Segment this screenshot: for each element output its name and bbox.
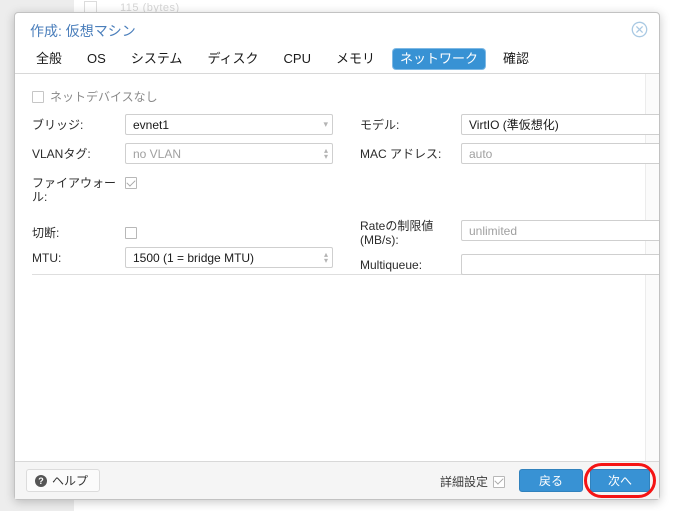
disconnect-checkbox[interactable] — [125, 227, 137, 239]
wizard-tabbar: 全般 OS システム ディスク CPU メモリ ネットワーク 確認 — [15, 45, 659, 74]
bridge-value: evnet1 — [133, 117, 170, 132]
model-label: モデル: — [360, 118, 400, 132]
no-network-device-row[interactable]: ネットデバイスなし — [32, 88, 158, 105]
model-select[interactable]: VirtIO (準仮想化) ▾ — [461, 114, 659, 135]
tab-memory[interactable]: メモリ — [329, 49, 382, 69]
model-value: VirtIO (準仮想化) — [469, 118, 559, 132]
multiqueue-input[interactable]: ▴▾ — [461, 254, 659, 275]
mac-address-input[interactable]: auto — [461, 143, 659, 164]
disconnect-label: 切断: — [32, 226, 60, 240]
dialog-title: 作成: 仮想マシン — [30, 23, 136, 39]
dialog-titlebar: 作成: 仮想マシン — [15, 13, 659, 45]
rate-limit-label-line2: (MB/s): — [360, 233, 399, 247]
model-field: モデル: VirtIO (準仮想化) ▾ — [360, 114, 659, 135]
mtu-field: MTU: 1500 (1 = bridge MTU) ▴ ▾ — [32, 247, 333, 268]
firewall-checkbox[interactable] — [125, 177, 137, 189]
no-network-device-checkbox[interactable] — [32, 90, 44, 103]
next-button[interactable]: 次へ — [590, 469, 650, 492]
advanced-label: 詳細設定 — [439, 475, 488, 489]
rate-limit-value: unlimited — [469, 223, 518, 238]
advanced-checkbox[interactable] — [493, 475, 505, 488]
bridge-select[interactable]: evnet1 ▾ — [125, 114, 333, 135]
no-network-device-label: ネットデバイスなし — [50, 90, 158, 104]
network-form: ネットデバイスなし ブリッジ: evnet1 ▾ モデル: VirtIO (準仮… — [15, 74, 659, 461]
back-button[interactable]: 戻る — [519, 469, 583, 492]
vlan-tag-value: no VLAN — [133, 146, 182, 161]
chevron-down-icon: ▾ — [323, 119, 328, 129]
mac-address-label: MAC アドレス: — [360, 147, 442, 161]
multiqueue-label: Multiqueue: — [360, 258, 423, 272]
bridge-field: ブリッジ: evnet1 ▾ — [32, 114, 333, 135]
tab-system[interactable]: システム — [124, 49, 190, 69]
mtu-value: 1500 (1 = bridge MTU) — [133, 250, 255, 265]
vlan-tag-input[interactable]: no VLAN ▴ ▾ — [125, 143, 333, 164]
dialog-footer: ? ヘルプ 詳細設定 戻る 次へ — [15, 461, 659, 499]
advanced-toggle[interactable]: 詳細設定 — [440, 473, 505, 490]
bridge-label: ブリッジ: — [32, 118, 84, 132]
help-button[interactable]: ? ヘルプ — [26, 469, 101, 492]
multiqueue-field: Multiqueue: ▴▾ — [360, 254, 659, 275]
rate-limit-label: Rateの制限値 (MB/s): — [360, 217, 461, 247]
create-vm-dialog: 作成: 仮想マシン 全般 OS システム ディスク CPU メモリ ネットワーク… — [14, 12, 660, 500]
question-mark-icon: ? — [35, 474, 47, 487]
tab-confirm[interactable]: 確認 — [496, 49, 536, 69]
tab-cpu[interactable]: CPU — [277, 49, 318, 69]
close-circle-icon[interactable] — [631, 21, 648, 38]
firewall-label: ファイアウォー ル: — [32, 172, 125, 204]
disconnect-field: 切断: — [32, 222, 137, 241]
mtu-label: MTU: — [32, 251, 62, 265]
firewall-field: ファイアウォー ル: — [32, 172, 137, 204]
rate-limit-label-line1: Rateの制限値 — [360, 219, 434, 233]
vlan-tag-field: VLANタグ: no VLAN ▴ ▾ — [32, 143, 333, 164]
tab-general[interactable]: 全般 — [29, 49, 69, 69]
mac-address-value: auto — [469, 146, 493, 161]
spinner-icon[interactable]: ▴ ▾ — [324, 146, 328, 160]
tab-disk[interactable]: ディスク — [200, 49, 265, 69]
rate-limit-input[interactable]: unlimited ▴▾ — [461, 220, 659, 241]
firewall-label-line2: ル: — [32, 190, 48, 204]
spinner-icon[interactable]: ▴ ▾ — [324, 250, 328, 264]
help-label: ヘルプ — [52, 474, 89, 488]
mac-address-field: MAC アドレス: auto — [360, 143, 659, 164]
tab-network[interactable]: ネットワーク — [393, 49, 486, 69]
tab-os[interactable]: OS — [80, 49, 113, 69]
mtu-input[interactable]: 1500 (1 = bridge MTU) ▴ ▾ — [125, 247, 333, 268]
vlan-tag-label: VLANタグ: — [32, 147, 91, 161]
firewall-label-line1: ファイアウォー — [32, 176, 117, 190]
rate-limit-field: Rateの制限値 (MB/s): unlimited ▴▾ — [360, 217, 659, 247]
